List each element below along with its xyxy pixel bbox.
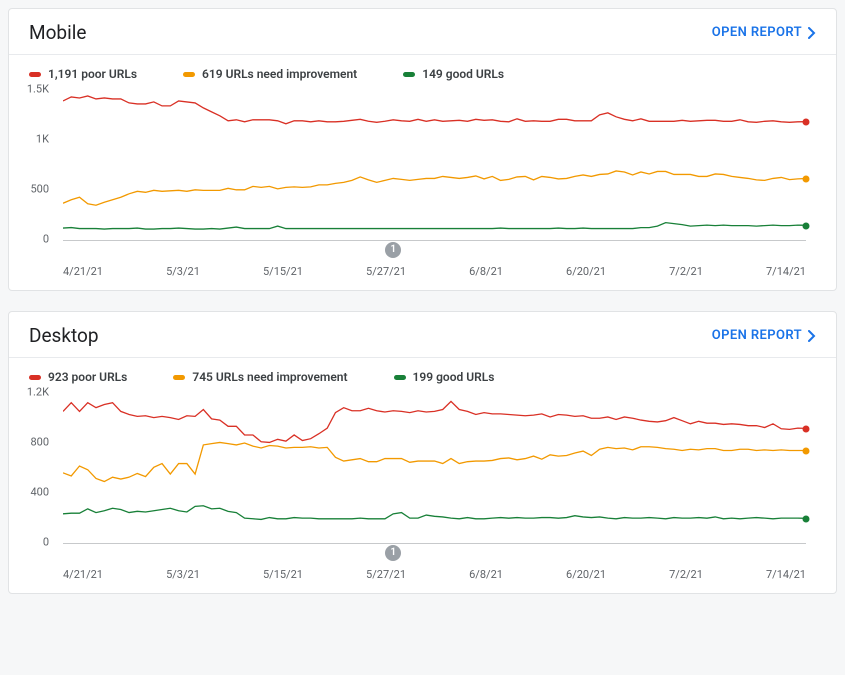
- mobile-xaxis: 4/21/21 5/3/21 5/15/21 5/27/21 6/8/21 6/20/21…: [9, 247, 836, 290]
- open-report-label: OPEN REPORT: [712, 25, 802, 40]
- desktop-xaxis: 4/21/21 5/3/21 5/15/21 5/27/21 6/8/21 6/20/21…: [9, 550, 836, 593]
- x-tick-label: 5/3/21: [166, 568, 200, 581]
- legend-good-label: 149 good URLs: [422, 67, 504, 81]
- desktop-card-header: Desktop OPEN REPORT: [9, 312, 836, 357]
- mobile-title: Mobile: [29, 21, 86, 44]
- legend-chip-need: [183, 72, 195, 77]
- x-tick-label: 7/14/21: [766, 265, 806, 278]
- mobile-card-header: Mobile OPEN REPORT: [9, 9, 836, 54]
- chevron-right-icon: [808, 330, 816, 342]
- legend-need: 619 URLs need improvement: [183, 67, 357, 81]
- x-tick-label: 5/15/21: [263, 265, 303, 278]
- mobile-plot: 1: [63, 91, 806, 241]
- desktop-annotation-marker: 1: [385, 545, 401, 561]
- x-tick-label: 7/2/21: [669, 568, 703, 581]
- x-tick-label: 7/2/21: [669, 265, 703, 278]
- legend-poor-label: 923 poor URLs: [48, 370, 127, 384]
- line-need: [63, 442, 806, 481]
- end-dot-need: [803, 176, 810, 183]
- legend-poor: 1,191 poor URLs: [29, 67, 137, 81]
- line-poor: [63, 401, 806, 442]
- x-tick-label: 6/20/21: [566, 568, 606, 581]
- desktop-plot: 1: [63, 394, 806, 544]
- y-tick-label: 0: [9, 536, 49, 549]
- end-dot-poor: [803, 425, 810, 432]
- x-tick-label: 4/21/21: [63, 265, 103, 278]
- legend-chip-need: [173, 375, 185, 380]
- y-tick-label: 0: [9, 233, 49, 246]
- open-report-label: OPEN REPORT: [712, 328, 802, 343]
- y-tick-label: 1.2K: [9, 386, 49, 399]
- end-dot-need: [803, 447, 810, 454]
- line-good: [63, 506, 806, 520]
- x-tick-label: 5/3/21: [166, 265, 200, 278]
- mobile-chart: 05001K1.5K 1: [9, 89, 836, 247]
- legend-chip-good: [394, 375, 406, 380]
- line-poor: [63, 96, 806, 124]
- x-tick-label: 7/14/21: [766, 568, 806, 581]
- end-dot-good: [803, 223, 810, 230]
- legend-chip-poor: [29, 72, 41, 77]
- legend-good-label: 199 good URLs: [413, 370, 495, 384]
- mobile-legend: 1,191 poor URLs 619 URLs need improvemen…: [9, 54, 836, 89]
- desktop-card: Desktop OPEN REPORT 923 poor URLs 745 UR…: [8, 311, 837, 594]
- x-tick-label: 5/27/21: [366, 265, 406, 278]
- chevron-right-icon: [808, 27, 816, 39]
- x-tick-label: 5/27/21: [366, 568, 406, 581]
- legend-chip-poor: [29, 375, 41, 380]
- x-tick-label: 6/8/21: [469, 265, 503, 278]
- desktop-title: Desktop: [29, 324, 99, 347]
- legend-chip-good: [403, 72, 415, 77]
- end-dot-good: [803, 516, 810, 523]
- legend-need-label: 619 URLs need improvement: [202, 67, 357, 81]
- legend-good: 199 good URLs: [394, 370, 495, 384]
- x-tick-label: 6/20/21: [566, 265, 606, 278]
- desktop-yaxis: 04008001.2K: [9, 392, 59, 542]
- mobile-yaxis: 05001K1.5K: [9, 89, 59, 239]
- y-tick-label: 1.5K: [9, 83, 49, 96]
- x-tick-label: 6/8/21: [469, 568, 503, 581]
- legend-poor: 923 poor URLs: [29, 370, 127, 384]
- legend-poor-label: 1,191 poor URLs: [48, 67, 137, 81]
- x-tick-label: 4/21/21: [63, 568, 103, 581]
- open-report-mobile-button[interactable]: OPEN REPORT: [712, 25, 816, 40]
- annotation-badge-icon: 1: [385, 545, 401, 561]
- mobile-annotation-marker: 1: [385, 242, 401, 258]
- desktop-chart: 04008001.2K 1: [9, 392, 836, 550]
- end-dot-poor: [803, 118, 810, 125]
- annotation-badge-icon: 1: [385, 242, 401, 258]
- y-tick-label: 400: [9, 486, 49, 499]
- desktop-legend: 923 poor URLs 745 URLs need improvement …: [9, 357, 836, 392]
- mobile-card: Mobile OPEN REPORT 1,191 poor URLs 619 U…: [8, 8, 837, 291]
- legend-need-label: 745 URLs need improvement: [192, 370, 347, 384]
- legend-good: 149 good URLs: [403, 67, 504, 81]
- x-tick-label: 5/15/21: [263, 568, 303, 581]
- y-tick-label: 1K: [9, 133, 49, 146]
- y-tick-label: 800: [9, 436, 49, 449]
- legend-need: 745 URLs need improvement: [173, 370, 347, 384]
- open-report-desktop-button[interactable]: OPEN REPORT: [712, 328, 816, 343]
- line-good: [63, 223, 806, 229]
- line-need: [63, 171, 806, 205]
- y-tick-label: 500: [9, 183, 49, 196]
